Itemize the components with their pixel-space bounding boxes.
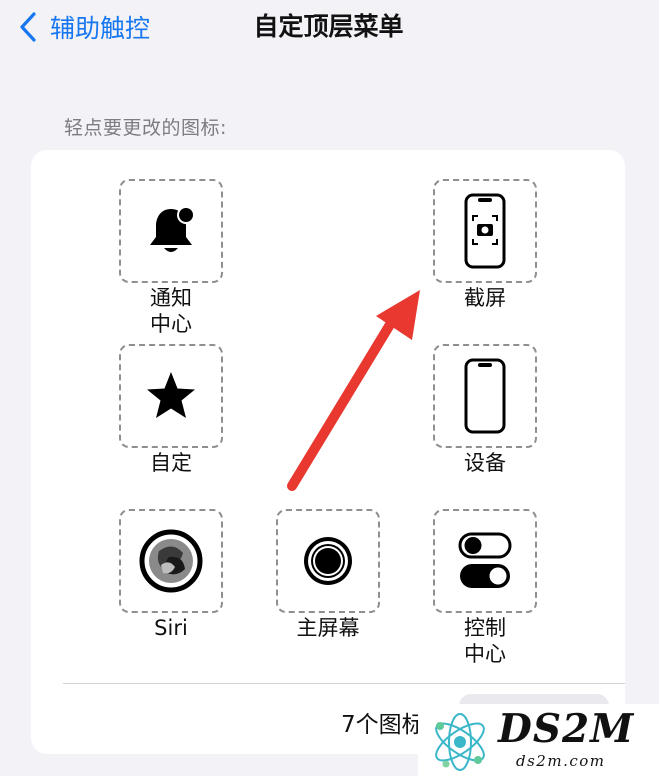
home-button-icon (304, 537, 352, 585)
section-label: 轻点要更改的图标: (64, 117, 227, 139)
nav-bar: 辅助触控 自定顶层菜单 (0, 0, 659, 56)
screenshot-icon (464, 193, 506, 269)
divider (63, 683, 625, 684)
siri-icon (139, 529, 203, 593)
icon-label: 控制 中心 (464, 616, 506, 666)
icon-count-label: 7个图标 (341, 712, 425, 738)
control-center-toggles-icon (458, 532, 512, 588)
notification-center-bell-icon (150, 206, 195, 252)
device-phone-icon (464, 358, 506, 434)
icon-slot-box[interactable] (433, 179, 537, 283)
icon-label: Siri (154, 616, 188, 640)
watermark-brand: DS2M (498, 706, 635, 752)
icon-slot-box[interactable] (433, 509, 537, 613)
icon-label: 设备 (464, 451, 506, 475)
ds2m-logo-icon (435, 713, 485, 771)
icon-slot-box[interactable] (119, 179, 223, 283)
icon-slot-box[interactable] (119, 344, 223, 448)
icon-label: 通知 中心 (150, 286, 192, 336)
icon-card: 通知 中心 截屏 自定 设备 Siri 主屏幕 控制 中心 7个图标 (31, 150, 625, 754)
icon-label: 截屏 (464, 286, 506, 310)
icon-slot-box[interactable] (276, 509, 380, 613)
icon-slot-box[interactable] (119, 509, 223, 613)
watermark: DS2M ds2m.com (418, 704, 659, 776)
page-title: 自定顶层菜单 (253, 12, 404, 41)
star-icon (147, 372, 195, 418)
watermark-domain: ds2m.com (516, 752, 606, 770)
icon-label: 自定 (150, 451, 192, 475)
icon-slot-box[interactable] (433, 344, 537, 448)
icon-label: 主屏幕 (296, 616, 360, 640)
